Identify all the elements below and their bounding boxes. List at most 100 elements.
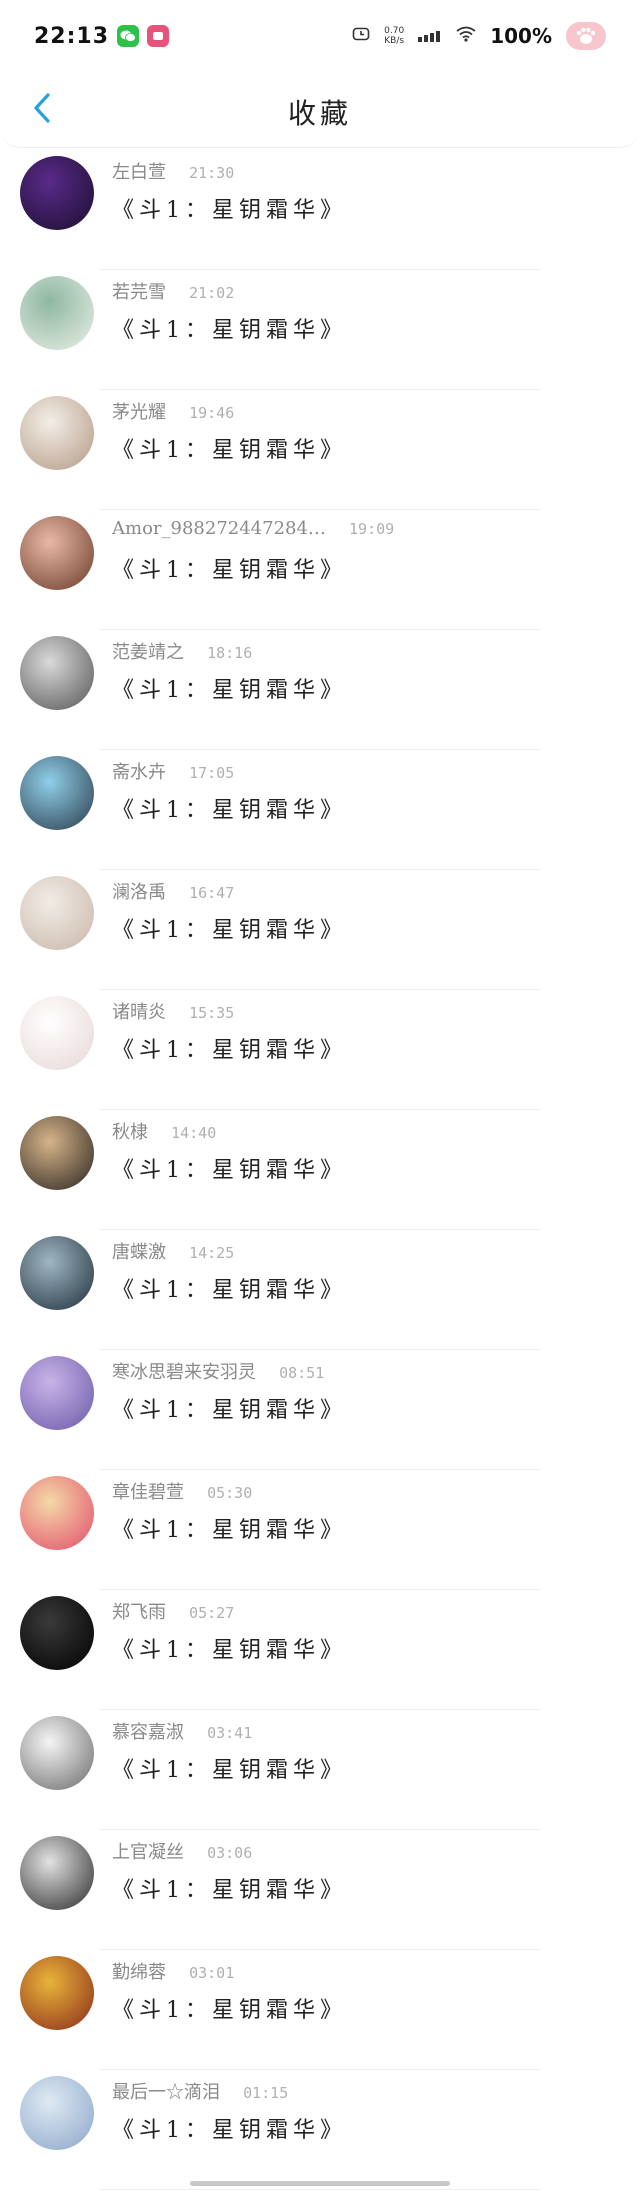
avatar [20, 1356, 94, 1430]
meta-line: 茅光耀 19:46 [112, 398, 234, 424]
message-text: 《斗1：星钥霜华》 [112, 798, 347, 823]
list-item[interactable]: 若芫雪 21:02 《斗1：星钥霜华》 [0, 270, 640, 390]
message-text: 《斗1：星钥霜华》 [112, 1998, 347, 2023]
user-name: 章佳碧萱 [112, 1482, 184, 1503]
user-name: 若芫雪 [112, 282, 166, 303]
avatar [20, 516, 94, 590]
user-name: 茅光耀 [112, 402, 166, 423]
meta-line: 左白萱 21:30 [112, 158, 234, 184]
list-item[interactable]: 郑飞雨 05:27 《斗1：星钥霜华》 [0, 1590, 640, 1710]
user-name: 最后一☆滴泪 [112, 2082, 220, 2103]
time-stamp: 01:15 [243, 2084, 289, 2102]
meta-line: Amor_988272447284… 19:09 [112, 518, 394, 539]
time-stamp: 17:05 [189, 764, 235, 782]
meta-line: 郑飞雨 05:27 [112, 1598, 234, 1624]
message-text: 《斗1：星钥霜华》 [112, 1638, 347, 1663]
meta-line: 上官凝丝 03:06 [112, 1838, 252, 1864]
meta-line: 范姜靖之 18:16 [112, 638, 252, 664]
network-speed-unit: KB/s [384, 36, 405, 46]
user-name: 郑飞雨 [112, 1602, 166, 1623]
avatar [20, 276, 94, 350]
list-item[interactable]: 秋棣 14:40 《斗1：星钥霜华》 [0, 1110, 640, 1230]
user-name: 寒冰思碧来安羽灵 [112, 1362, 256, 1383]
list-item[interactable]: 上官凝丝 03:06 《斗1：星钥霜华》 [0, 1830, 640, 1950]
time-stamp: 08:51 [279, 1364, 325, 1382]
cellular-signal-icon [418, 27, 442, 46]
time-stamp: 21:02 [189, 284, 235, 302]
user-name: 上官凝丝 [112, 1842, 184, 1863]
avatar [20, 156, 94, 230]
avatar [20, 1956, 94, 2030]
message-text: 《斗1：星钥霜华》 [112, 318, 347, 343]
message-text: 《斗1：星钥霜华》 [112, 1758, 347, 1783]
list-item[interactable]: 慕容嘉淑 03:41 《斗1：星钥霜华》 [0, 1710, 640, 1830]
meta-line: 最后一☆滴泪 01:15 [112, 2078, 288, 2104]
list-item[interactable]: 勤绵蓉 03:01 《斗1：星钥霜华》 [0, 1950, 640, 2070]
avatar [20, 1836, 94, 1910]
alarm-icon [352, 26, 370, 46]
avatar [20, 636, 94, 710]
list-item[interactable]: 最后一☆滴泪 01:15 《斗1：星钥霜华》 [0, 2070, 640, 2190]
list-item[interactable]: 唐蝶激 14:25 《斗1：星钥霜华》 [0, 1230, 640, 1350]
time-stamp: 03:41 [207, 1724, 253, 1742]
list-item[interactable]: 范姜靖之 18:16 《斗1：星钥霜华》 [0, 630, 640, 750]
nav-header: 收藏 [0, 72, 640, 148]
meta-line: 斋水卉 17:05 [112, 758, 234, 784]
message-text: 《斗1：星钥霜华》 [112, 678, 347, 703]
user-name: 秋棣 [112, 1122, 148, 1143]
network-speed: 0.70 KB/s [384, 26, 404, 46]
time-stamp: 05:27 [189, 1604, 235, 1622]
avatar [20, 1476, 94, 1550]
paw-battery-icon [566, 22, 606, 50]
meta-line: 秋棣 14:40 [112, 1118, 216, 1144]
avatar [20, 1716, 94, 1790]
avatar [20, 396, 94, 470]
user-name: 慕容嘉淑 [112, 1722, 184, 1743]
user-name: 勤绵蓉 [112, 1962, 166, 1983]
message-text: 《斗1：星钥霜华》 [112, 2118, 347, 2143]
list-item[interactable]: 澜洛禹 16:47 《斗1：星钥霜华》 [0, 870, 640, 990]
list-item[interactable]: Amor_988272447284… 19:09 《斗1：星钥霜华》 [0, 510, 640, 630]
list-item[interactable]: 斋水卉 17:05 《斗1：星钥霜华》 [0, 750, 640, 870]
meta-line: 章佳碧萱 05:30 [112, 1478, 252, 1504]
meta-line: 诸晴炎 15:35 [112, 998, 234, 1024]
message-text: 《斗1：星钥霜华》 [112, 438, 347, 463]
home-indicator[interactable] [190, 2181, 450, 2186]
list-item[interactable]: 寒冰思碧来安羽灵 08:51 《斗1：星钥霜华》 [0, 1350, 640, 1470]
meta-line: 若芫雪 21:02 [112, 278, 234, 304]
time-stamp: 15:35 [189, 1004, 235, 1022]
message-text: 《斗1：星钥霜华》 [112, 1038, 347, 1063]
message-text: 《斗1：星钥霜华》 [112, 918, 347, 943]
message-text: 《斗1：星钥霜华》 [112, 1398, 347, 1423]
time-stamp: 05:30 [207, 1484, 253, 1502]
wechat-icon [117, 25, 140, 47]
list-item[interactable]: 诸晴炎 15:35 《斗1：星钥霜华》 [0, 990, 640, 1110]
meta-line: 唐蝶激 14:25 [112, 1238, 234, 1264]
message-text: 《斗1：星钥霜华》 [112, 198, 347, 223]
avatar [20, 756, 94, 830]
list-item[interactable]: 左白萱 21:30 《斗1：星钥霜华》 [0, 150, 640, 270]
message-text: 《斗1：星钥霜华》 [112, 1878, 347, 1903]
user-name: 唐蝶激 [112, 1242, 166, 1263]
message-text: 《斗1：星钥霜华》 [112, 1158, 347, 1183]
meta-line: 勤绵蓉 03:01 [112, 1958, 234, 1984]
status-right-group: 0.70 KB/s 100% [352, 22, 606, 50]
avatar [20, 1116, 94, 1190]
user-name: 斋水卉 [112, 762, 166, 783]
status-time: 22:13 [34, 23, 110, 49]
list-item[interactable]: 章佳碧萱 05:30 《斗1：星钥霜华》 [0, 1470, 640, 1590]
time-stamp: 21:30 [189, 164, 235, 182]
avatar [20, 876, 94, 950]
time-stamp: 19:46 [189, 404, 235, 422]
avatar [20, 2076, 94, 2150]
time-stamp: 18:16 [207, 644, 253, 662]
time-stamp: 14:40 [171, 1124, 217, 1142]
message-text: 《斗1：星钥霜华》 [112, 1278, 347, 1303]
time-stamp: 19:09 [349, 520, 395, 538]
page-title: 收藏 [287, 97, 352, 130]
meta-line: 澜洛禹 16:47 [112, 878, 234, 904]
divider [100, 2189, 540, 2190]
message-text: 《斗1：星钥霜华》 [112, 1518, 347, 1543]
avatar [20, 1236, 94, 1310]
list-item[interactable]: 茅光耀 19:46 《斗1：星钥霜华》 [0, 390, 640, 510]
